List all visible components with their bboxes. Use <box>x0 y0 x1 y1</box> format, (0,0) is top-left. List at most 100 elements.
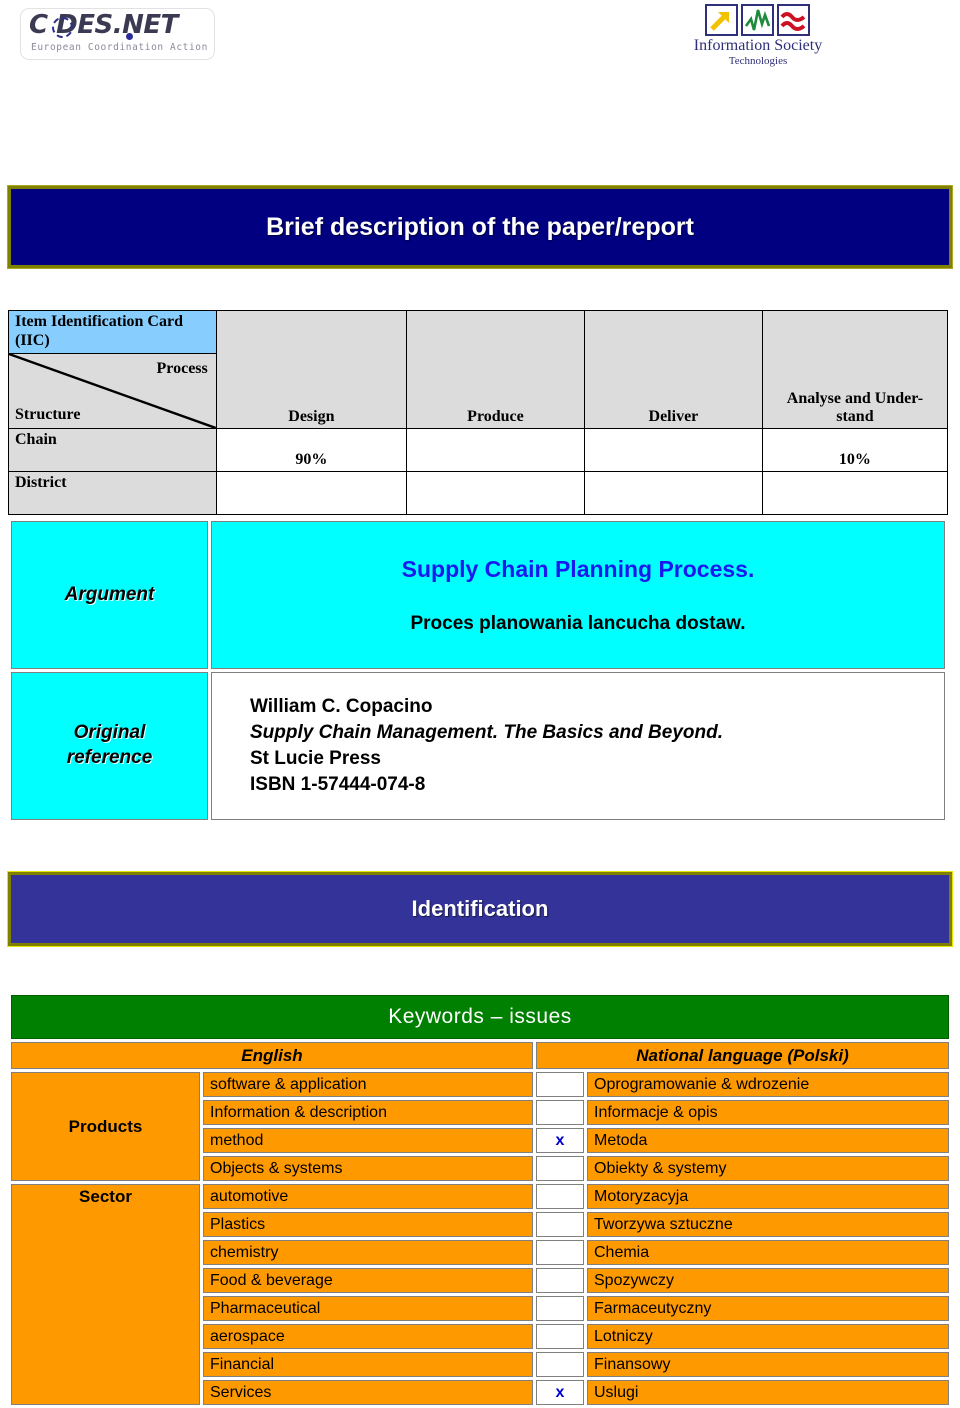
keyword-checkbox[interactable] <box>536 1352 584 1377</box>
keyword-checkbox[interactable]: x <box>536 1128 584 1153</box>
iic-cell-district-design[interactable] <box>215 470 408 515</box>
iic-card-title-line2: (IIC) <box>15 331 50 349</box>
identification-banner: Identification <box>7 871 953 947</box>
iic-cell-district-deliver[interactable] <box>583 470 763 515</box>
keyword-english: Food & beverage <box>203 1268 533 1293</box>
iic-row-label-district: District <box>8 470 217 515</box>
keywords-col-header-national: National language (Polski) <box>536 1042 949 1069</box>
keyword-national: Spozywczy <box>587 1268 949 1293</box>
codesnet-ring-icon <box>52 17 73 38</box>
iic-cell-district-analyse[interactable] <box>761 470 949 515</box>
reference-value-cell[interactable]: William C. Copacino Supply Chain Managem… <box>211 672 945 820</box>
argument-national-text: Proces planowania lancucha dostaw. <box>410 612 746 634</box>
codesnet-tagline: European Coordination Action <box>31 42 208 53</box>
keyword-checkbox[interactable] <box>536 1296 584 1321</box>
keyword-english: aerospace <box>203 1324 533 1349</box>
keyword-english: automotive <box>203 1184 533 1209</box>
ist-subtitle: Technologies <box>728 55 788 67</box>
keyword-english: Objects & systems <box>203 1156 533 1181</box>
keywords-col-header-english: English <box>11 1042 533 1069</box>
keyword-checkbox[interactable] <box>536 1268 584 1293</box>
keyword-row: Sector automotive Motoryzacyja <box>11 1184 949 1405</box>
keyword-national: Farmaceutyczny <box>587 1296 949 1321</box>
argument-reference-table: Argument Supply Chain Planning Process. … <box>8 518 948 823</box>
keyword-national: Motoryzacyja <box>587 1184 949 1209</box>
keyword-row: Products software & application Oprogram… <box>11 1072 949 1181</box>
iic-row-label-chain: Chain <box>8 427 217 472</box>
reference-author: William C. Copacino <box>250 695 433 717</box>
iic-row-chain: Chain 90% 10% <box>8 427 949 472</box>
keyword-checkbox[interactable] <box>536 1156 584 1181</box>
zigzag-line-icon <box>741 4 774 36</box>
keyword-english: chemistry <box>203 1240 533 1265</box>
keywords-banner-row: Keywords – issues <box>11 995 949 1039</box>
iic-cell-chain-analyse[interactable]: 10% <box>761 427 949 472</box>
iic-card-title-cell: Item Identification Card (IIC) <box>8 310 217 354</box>
iic-header-row-top: Item Identification Card (IIC) Design Pr… <box>8 310 949 429</box>
ist-square-group <box>705 4 811 36</box>
arrow-up-right-icon <box>705 4 738 36</box>
header-logo-row: C DES.NET European Coordination Action I… <box>0 0 960 92</box>
iic-col-header-deliver: Deliver <box>583 310 763 429</box>
keyword-checkbox[interactable] <box>536 1184 584 1209</box>
iic-cell-chain-design[interactable]: 90% <box>215 427 408 472</box>
keyword-english: software & application <box>203 1072 533 1097</box>
keyword-national: Lotniczy <box>587 1324 949 1349</box>
iic-cell-chain-deliver[interactable] <box>583 427 763 472</box>
iic-axis-structure-label: Structure <box>15 405 81 423</box>
keyword-national: Oprogramowanie & wdrozenie <box>587 1072 949 1097</box>
brief-description-title: Brief description of the paper/report <box>266 212 694 241</box>
keyword-checkbox[interactable] <box>536 1324 584 1349</box>
iic-cell-chain-produce[interactable] <box>406 427 585 472</box>
keyword-checkbox[interactable] <box>536 1212 584 1237</box>
codesnet-logo: C DES.NET European Coordination Action <box>20 8 215 60</box>
iic-axis-split-cell: Process Structure <box>8 352 217 429</box>
double-wave-icon <box>777 4 810 36</box>
keyword-national: Metoda <box>587 1128 949 1153</box>
iic-axis-process-label: Process <box>156 359 208 377</box>
original-reference-label-line1: Original <box>73 722 146 744</box>
keyword-group-products: Products <box>11 1072 200 1181</box>
reference-title: Supply Chain Management. The Basics and … <box>250 721 723 743</box>
argument-row: Argument Supply Chain Planning Process. … <box>11 521 945 669</box>
iic-col-header-produce: Produce <box>406 310 585 429</box>
original-reference-label-line2: reference <box>66 747 153 768</box>
keyword-checkbox[interactable] <box>536 1100 584 1125</box>
identification-title: Identification <box>411 896 549 921</box>
codesnet-dot-icon <box>126 33 133 40</box>
ist-name: Information Society <box>693 37 823 54</box>
keyword-checkbox[interactable]: x <box>536 1380 584 1405</box>
keyword-group-sector: Sector <box>11 1184 200 1405</box>
keyword-national: Informacje & opis <box>587 1100 949 1125</box>
keyword-national: Obiekty & systemy <box>587 1156 949 1181</box>
keyword-english: method <box>203 1128 533 1153</box>
iic-col-header-analyse: Analyse and Under-stand <box>761 310 949 429</box>
argument-label: Argument <box>11 521 208 669</box>
keyword-english: Financial <box>203 1352 533 1377</box>
reference-row: Original reference William C. Copacino S… <box>11 672 945 820</box>
keyword-national: Tworzywa sztuczne <box>587 1212 949 1237</box>
original-reference-label: Original reference <box>11 672 208 820</box>
keyword-national: Chemia <box>587 1240 949 1265</box>
reference-isbn: ISBN 1-57444-074-8 <box>250 774 426 796</box>
item-identification-card-table: Item Identification Card (IIC) Design Pr… <box>8 310 949 515</box>
keyword-national: Finansowy <box>587 1352 949 1377</box>
information-society-logo: Information Society Technologies <box>683 4 833 72</box>
keywords-issues-table: Keywords – issues English National langu… <box>8 992 952 1408</box>
keyword-checkbox[interactable] <box>536 1072 584 1097</box>
brief-description-banner: Brief description of the paper/report <box>7 185 953 269</box>
argument-english-text: Supply Chain Planning Process. <box>401 555 755 582</box>
iic-row-district: District <box>8 470 949 515</box>
iic-card-title-line1: Item Identification Card <box>15 313 183 330</box>
keyword-english: Pharmaceutical <box>203 1296 533 1321</box>
keyword-english: Services <box>203 1380 533 1405</box>
keyword-english: Information & description <box>203 1100 533 1125</box>
keyword-checkbox[interactable] <box>536 1240 584 1265</box>
keywords-banner: Keywords – issues <box>11 995 949 1039</box>
keywords-column-header-row: English National language (Polski) <box>11 1042 949 1069</box>
keyword-national: Uslugi <box>587 1380 949 1405</box>
reference-publisher: St Lucie Press <box>250 748 381 769</box>
iic-cell-district-produce[interactable] <box>406 470 585 515</box>
keyword-english: Plastics <box>203 1212 533 1237</box>
argument-value-cell[interactable]: Supply Chain Planning Process. Proces pl… <box>211 521 945 669</box>
